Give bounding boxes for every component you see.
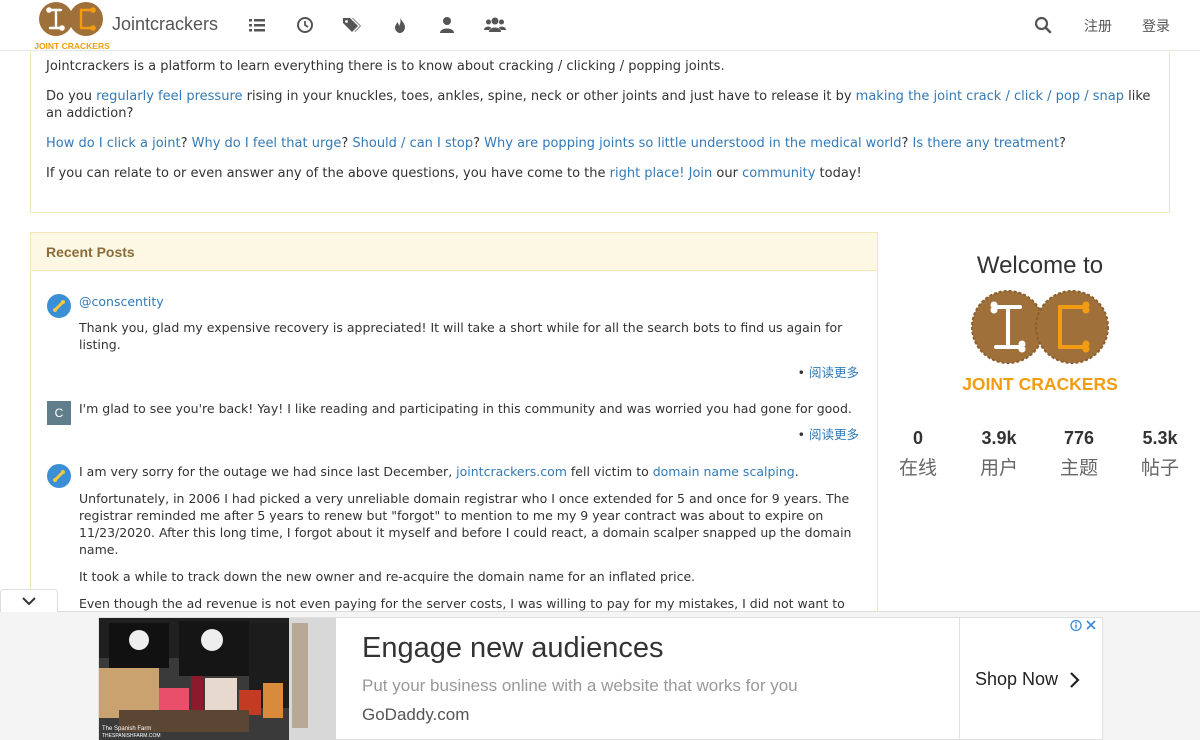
- brand-logo-text: JOINT CRACKERS: [34, 41, 110, 51]
- link-making-joint-crack[interactable]: making the joint crack / click / pop / s…: [856, 89, 1124, 104]
- ad-cta-label: Shop Now: [975, 669, 1059, 689]
- link-how-click-joint[interactable]: How do I click a joint: [46, 136, 181, 151]
- intro-questions: How do I click a joint? Why do I feel th…: [46, 136, 1066, 151]
- link-right-place[interactable]: right place!: [610, 166, 685, 181]
- ad-image[interactable]: The Spanish Farm THESPANISHFARM.COM: [99, 618, 336, 740]
- bone-icon: [53, 470, 65, 482]
- intro-text: Jointcrackers is a platform to learn eve…: [46, 59, 725, 74]
- intro-text: our: [712, 166, 743, 181]
- intro-text: rising in your knuckles, toes, ankles, s…: [242, 89, 856, 104]
- link-domain-scalping[interactable]: domain name scalping: [653, 464, 795, 479]
- clock-icon[interactable]: [296, 16, 314, 34]
- stat-value: 776: [1063, 428, 1095, 448]
- side-logo-text: JOINT CRACKERS: [962, 374, 1118, 394]
- read-more-link[interactable]: 阅读更多: [809, 365, 859, 380]
- post-text: fell victim to: [566, 464, 653, 479]
- ad-image-caption: THESPANISHFARM.COM: [102, 733, 161, 739]
- ad-cta-button[interactable]: Shop Now: [959, 618, 1104, 740]
- side-logo: JOINT CRACKERS: [962, 290, 1118, 394]
- recent-posts-title: Recent Posts: [31, 233, 877, 271]
- read-more[interactable]: • 阅读更多: [798, 424, 859, 443]
- read-more[interactable]: • 阅读更多: [798, 362, 859, 381]
- post-text: Even though the ad revenue is not even p…: [79, 596, 845, 611]
- welcome-title: Welcome to: [976, 252, 1104, 279]
- ad-subtitle[interactable]: Put your business online with a website …: [362, 676, 798, 696]
- post-mention-link[interactable]: @conscentity: [79, 294, 164, 309]
- user-icon[interactable]: [438, 16, 456, 34]
- avatar[interactable]: C: [47, 401, 71, 425]
- chevron-right-icon: [1070, 671, 1080, 688]
- stat-label: 主题: [1059, 457, 1098, 479]
- stat-value: 3.9k: [981, 428, 1017, 448]
- avatar[interactable]: [47, 464, 71, 488]
- list-icon[interactable]: [248, 16, 266, 34]
- post-item: @conscentity Thank you, glad my expensiv…: [47, 293, 859, 383]
- post-item: I am very sorry for the outage we had si…: [47, 463, 859, 623]
- post-text: I'm glad to see you're back! Yay! I like…: [79, 401, 852, 416]
- post-text: It took a while to track down the new ow…: [79, 569, 696, 584]
- stat-topics: 776 主题: [1044, 428, 1114, 480]
- ad-info-icons[interactable]: [1070, 619, 1098, 636]
- stat-label: 用户: [979, 457, 1018, 479]
- post-text: Unfortunately, in 2006 I had picked a ve…: [79, 491, 852, 557]
- intro-paragraph-4: If you can relate to or even answer any …: [46, 165, 1154, 182]
- ad-image-caption: The Spanish Farm: [102, 726, 151, 732]
- ad-product-image: The Spanish Farm THESPANISHFARM.COM: [99, 618, 336, 740]
- stat-online: 0 在线: [883, 428, 953, 480]
- stat-value: 0: [912, 428, 923, 448]
- intro-text: Do you: [46, 89, 97, 104]
- users-icon[interactable]: [484, 16, 506, 34]
- brand-name[interactable]: Jointcrackers: [112, 14, 218, 35]
- ad-title[interactable]: Engage new audiences: [362, 632, 664, 665]
- stat-label: 帖子: [1140, 457, 1179, 479]
- ad-choices-icon: [1070, 619, 1096, 632]
- intro-paragraph-2: Do you regularly feel pressure rising in…: [46, 88, 1154, 122]
- link-regularly-feel-pressure[interactable]: regularly feel pressure: [96, 89, 242, 104]
- intro-paragraph-1: Jointcrackers is a platform to learn eve…: [46, 58, 1154, 75]
- link-join[interactable]: Join: [689, 166, 713, 181]
- link-little-understood[interactable]: Why are popping joints so little underst…: [484, 136, 901, 151]
- link-should-stop[interactable]: Should / can I stop: [352, 136, 473, 151]
- stat-posts: 5.3k 帖子: [1125, 428, 1195, 480]
- fire-icon[interactable]: [391, 16, 409, 34]
- intro-panel: Jointcrackers is a platform to learn eve…: [30, 51, 1170, 213]
- link-jointcrackers[interactable]: jointcrackers.com: [456, 464, 567, 479]
- ad-domain[interactable]: GoDaddy.com: [362, 705, 469, 725]
- stat-value: 5.3k: [1142, 428, 1178, 448]
- read-more-link[interactable]: 阅读更多: [809, 427, 859, 442]
- top-navbar: JOINT CRACKERS Jointcrackers 注册 登录: [0, 0, 1200, 51]
- bone-icon: [53, 300, 65, 312]
- ad-banner[interactable]: The Spanish Farm THESPANISHFARM.COM Enga…: [98, 617, 1103, 740]
- brand-logo[interactable]: JOINT CRACKERS: [30, 0, 114, 51]
- search-icon[interactable]: [1034, 16, 1052, 34]
- intro-text: today!: [815, 166, 862, 181]
- link-treatment[interactable]: Is there any treatment: [913, 136, 1060, 151]
- stat-label: 在线: [898, 457, 937, 479]
- recent-posts-panel: Recent Posts @conscentity Thank you, gla…: [30, 232, 878, 632]
- link-community[interactable]: community: [742, 166, 815, 181]
- stat-users: 3.9k 用户: [964, 428, 1034, 480]
- post-text: I am very sorry for the outage we had si…: [79, 464, 457, 479]
- register-link[interactable]: 注册: [1084, 16, 1112, 36]
- ad-collapse-button[interactable]: [0, 589, 58, 612]
- chevron-down-icon: [22, 597, 36, 606]
- avatar[interactable]: [47, 294, 71, 318]
- link-why-urge[interactable]: Why do I feel that urge: [192, 136, 342, 151]
- login-link[interactable]: 登录: [1142, 16, 1170, 36]
- tags-icon[interactable]: [342, 16, 362, 34]
- post-text: Thank you, glad my expensive recovery is…: [79, 320, 843, 352]
- intro-text: If you can relate to or even answer any …: [46, 166, 610, 181]
- post-item: C I'm glad to see you're back! Yay! I li…: [47, 400, 859, 445]
